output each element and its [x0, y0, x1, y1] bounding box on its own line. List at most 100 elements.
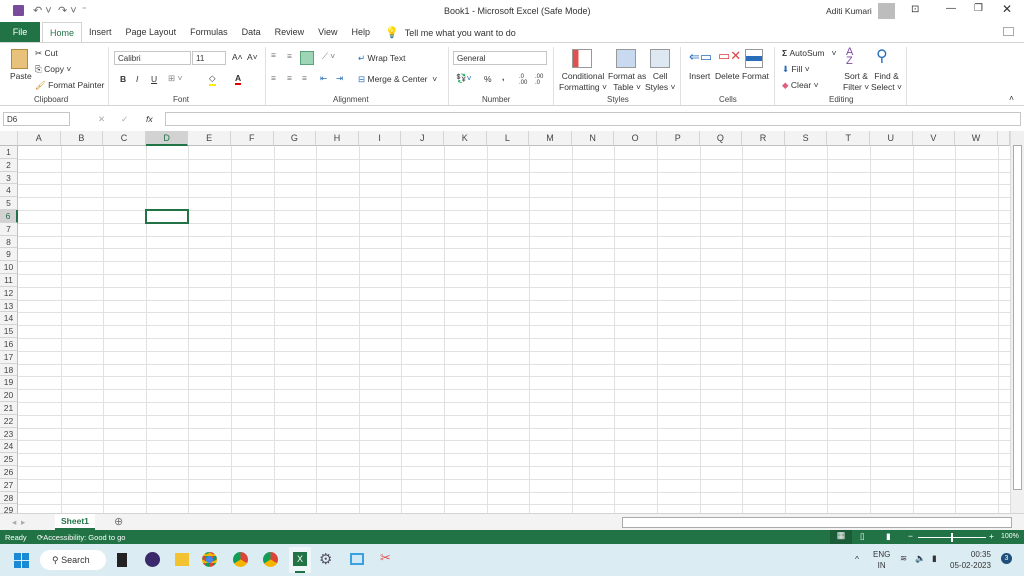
underline-button[interactable]: U [151, 74, 157, 84]
zoom-slider[interactable] [918, 533, 986, 542]
row-header-7[interactable]: 7 [0, 222, 18, 236]
column-header-V[interactable]: V [912, 131, 956, 146]
merge-center-button[interactable]: ⊟ Merge & Center ˅ [358, 74, 437, 85]
select-all-corner[interactable] [0, 131, 18, 146]
wifi-icon[interactable]: ≋ [900, 553, 907, 564]
tab-view[interactable]: View [311, 22, 344, 43]
wrap-text-button[interactable]: ↵ Wrap Text [358, 53, 405, 64]
align-left-icon[interactable]: ≡ [271, 73, 276, 83]
row-header-3[interactable]: 3 [0, 171, 18, 185]
decrease-font-icon[interactable]: A˅ [247, 52, 258, 62]
cut-button[interactable]: ✂ Cut [35, 48, 58, 59]
row-header-4[interactable]: 4 [0, 184, 18, 198]
copy-button[interactable]: ⎘ Copy ˅ [35, 64, 71, 75]
row-header-12[interactable]: 12 [0, 286, 18, 300]
zoom-out-icon[interactable]: − [908, 531, 913, 541]
delete-cells-button[interactable]: Delete [715, 71, 740, 81]
worksheet-grid[interactable]: A B C D E F G H I J K L M N O P Q R S T U V W 1 2 3 4 5 6 7 8 9 10 11 12 13… [0, 131, 1024, 519]
insert-cells-button[interactable]: Insert [689, 71, 710, 81]
column-header-K[interactable]: K [444, 131, 487, 146]
column-header-W[interactable]: W [955, 131, 998, 146]
column-header-M[interactable]: M [529, 131, 572, 146]
avatar[interactable] [878, 3, 895, 19]
zoom-level[interactable]: 100% [1001, 533, 1019, 540]
close-icon[interactable]: ✕ [1002, 2, 1012, 16]
customize-qat-icon[interactable]: ⁼ [82, 4, 87, 15]
conditional-formatting-button[interactable]: Conditional Formatting ˅ [559, 71, 607, 93]
tab-file[interactable]: File [0, 22, 40, 43]
cell-styles-button[interactable]: Cell Styles ˅ [645, 71, 675, 93]
chrome-profile-2-icon[interactable] [263, 552, 278, 567]
clear-button[interactable]: ◆ Clear ˅ [782, 80, 819, 91]
page-break-view-icon[interactable]: ▮ [886, 531, 891, 542]
number-format-select[interactable]: General [453, 51, 547, 65]
column-header-P[interactable]: P [657, 131, 700, 146]
sheet-nav-icon[interactable]: ◂ ▸ [12, 517, 25, 528]
selected-cell[interactable] [144, 209, 190, 224]
tab-home[interactable]: Home [42, 22, 83, 43]
increase-decimal-icon[interactable]: .0.00 [519, 74, 527, 86]
tab-help[interactable]: Help [344, 22, 377, 43]
app-icon-purple[interactable] [145, 552, 160, 567]
paste-icon[interactable] [11, 49, 28, 69]
increase-font-icon[interactable]: A˄ [232, 52, 243, 62]
file-explorer-icon[interactable] [175, 553, 189, 566]
normal-view-icon[interactable]: ▦ [830, 530, 852, 544]
scroll-thumb[interactable] [1013, 145, 1022, 490]
chrome-profile-1-icon[interactable] [233, 552, 248, 567]
center-icon[interactable]: ≡ [287, 73, 292, 83]
app-icon-blue[interactable] [350, 553, 364, 565]
column-header-D[interactable]: D [145, 131, 189, 146]
row-header-22[interactable]: 22 [0, 414, 18, 428]
snipping-tool-icon[interactable]: ✂ [380, 550, 391, 566]
undo-icon[interactable]: ↶ ˅ [33, 4, 52, 17]
tab-review[interactable]: Review [268, 22, 312, 43]
row-header-13[interactable]: 13 [0, 299, 18, 313]
row-header-24[interactable]: 24 [0, 440, 18, 454]
format-cells-button[interactable]: Format [742, 71, 769, 81]
column-header-S[interactable]: S [784, 131, 828, 146]
italic-button[interactable]: I [136, 74, 138, 84]
sheet-tab-sheet1[interactable]: Sheet1 [55, 514, 95, 530]
collapse-ribbon-icon[interactable]: ˄ [1009, 93, 1014, 103]
column-header-T[interactable]: T [827, 131, 870, 146]
autosum-button[interactable]: Σ AutoSum ˅ [782, 48, 837, 58]
orientation-icon[interactable]: ⟋ ˅ [322, 51, 335, 62]
borders-icon[interactable]: ⊞ ˅ [168, 73, 182, 84]
paste-button[interactable]: Paste [10, 71, 32, 81]
zoom-slider-thumb[interactable] [951, 533, 953, 542]
row-header-1[interactable]: 1 [0, 146, 18, 159]
windows-start-icon[interactable] [14, 553, 29, 568]
column-header-B[interactable]: B [60, 131, 104, 146]
column-header-A[interactable]: A [18, 131, 61, 146]
row-header-15[interactable]: 15 [0, 325, 18, 338]
row-header-27[interactable]: 27 [0, 478, 18, 492]
format-as-table-button[interactable]: Format as Table ˅ [608, 71, 646, 93]
decrease-indent-icon[interactable]: ⇤ [320, 73, 327, 84]
tab-insert[interactable]: Insert [82, 22, 119, 43]
column-header-partial[interactable] [997, 131, 1010, 146]
new-sheet-icon[interactable]: ⊕ [114, 515, 123, 528]
row-header-11[interactable]: 11 [0, 274, 18, 287]
row-header-18[interactable]: 18 [0, 363, 18, 377]
vertical-scrollbar[interactable] [1010, 131, 1024, 513]
sort-filter-button[interactable]: Sort & Filter ˅ [843, 71, 869, 93]
row-header-23[interactable]: 23 [0, 427, 18, 441]
chrome-icon[interactable] [202, 552, 217, 567]
row-header-25[interactable]: 25 [0, 453, 18, 466]
comma-button[interactable]: , [502, 72, 504, 82]
column-header-J[interactable]: J [401, 131, 444, 146]
restore-icon[interactable]: ❐ [974, 3, 983, 14]
bottom-align-icon[interactable] [300, 51, 314, 65]
column-header-H[interactable]: H [316, 131, 359, 146]
row-header-8[interactable]: 8 [0, 235, 18, 249]
middle-align-icon[interactable]: ≡ [287, 51, 292, 61]
show-hidden-icons[interactable]: ^ [855, 554, 859, 564]
column-header-N[interactable]: N [571, 131, 615, 146]
notification-badge[interactable]: 3 [1001, 553, 1012, 564]
column-header-Q[interactable]: Q [699, 131, 743, 146]
battery-icon[interactable]: ▮ [932, 553, 937, 564]
row-header-2[interactable]: 2 [0, 158, 18, 172]
column-header-L[interactable]: L [486, 131, 530, 146]
font-name-select[interactable]: Calibri [114, 51, 191, 65]
